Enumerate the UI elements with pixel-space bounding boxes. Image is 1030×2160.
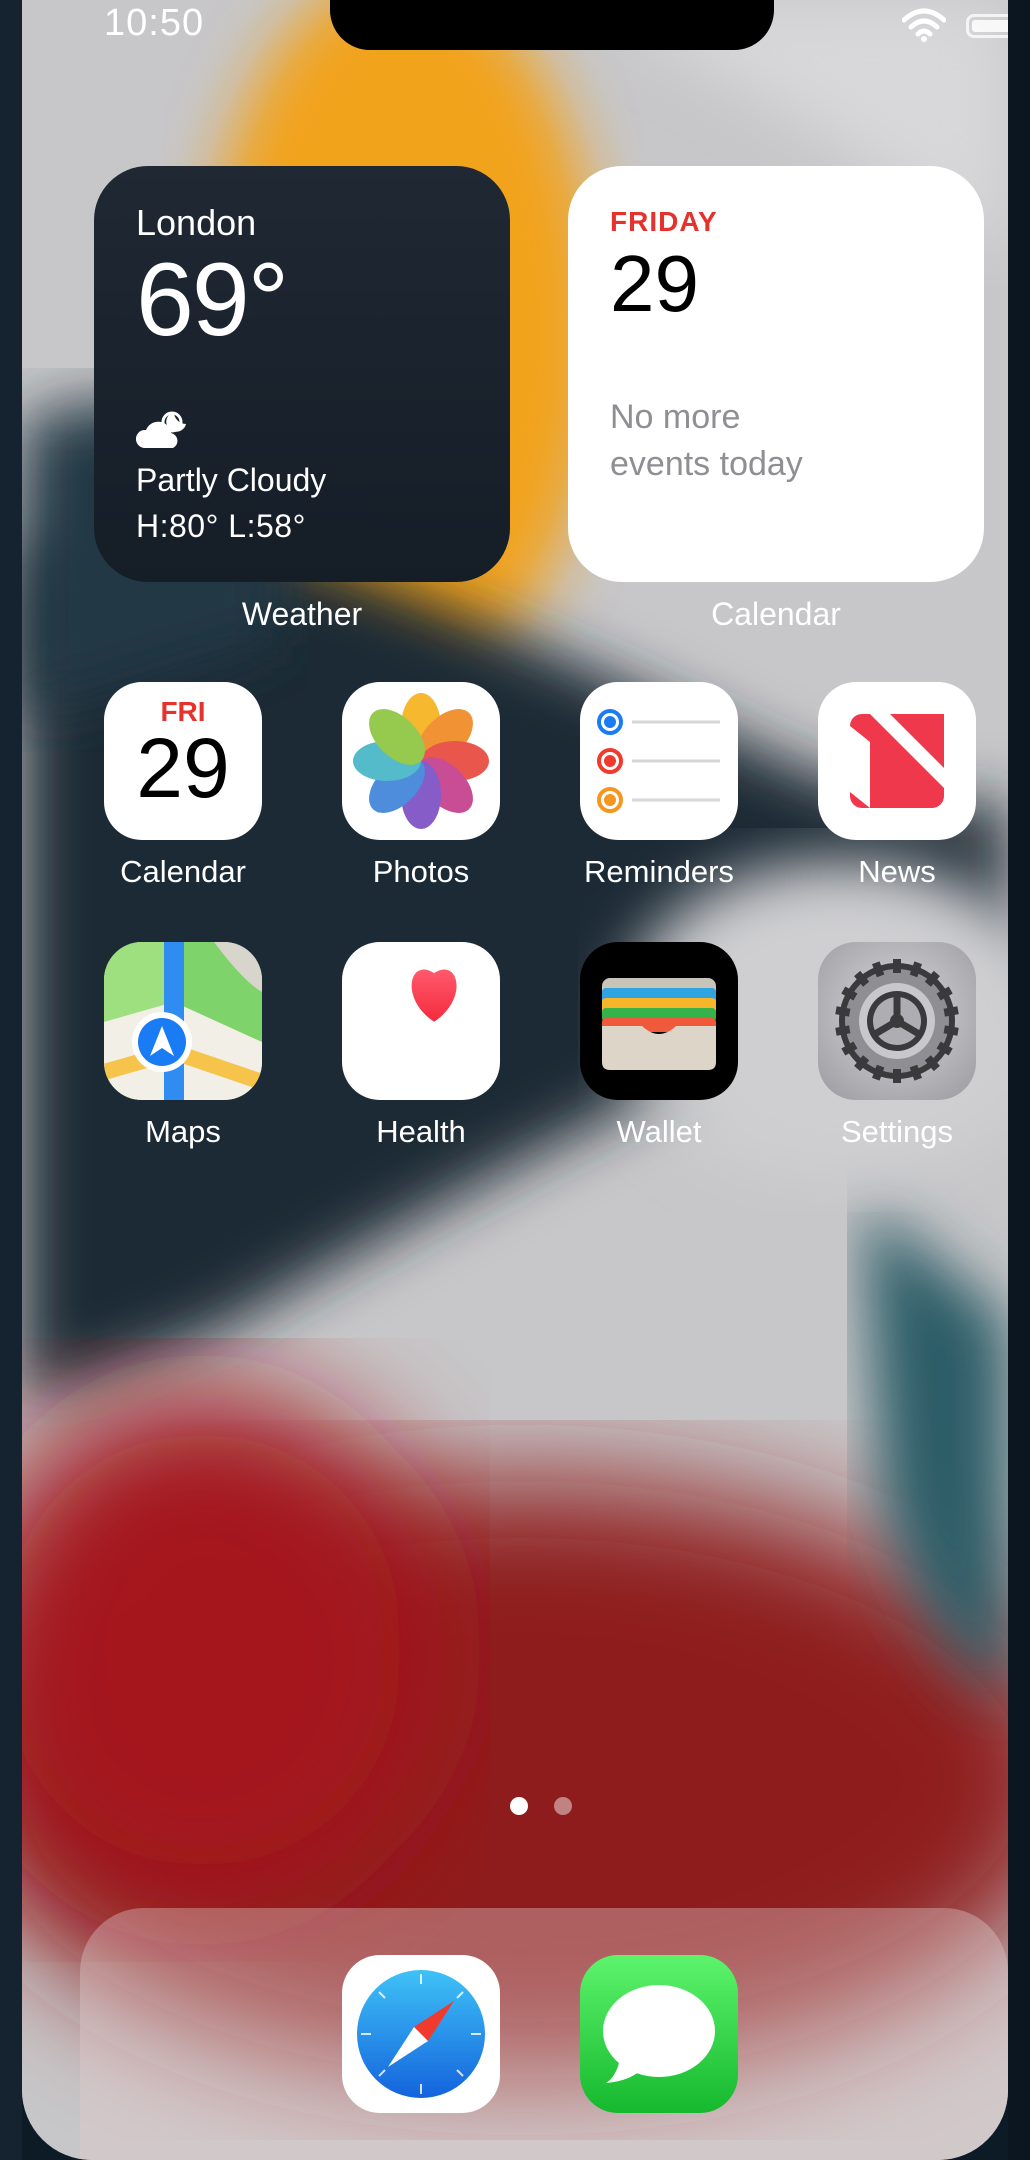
app-label: Health (376, 1114, 466, 1149)
device-edge-left (0, 0, 22, 2160)
dock (80, 1908, 1008, 2160)
calendar-widget[interactable]: FRIDAY 29 No more events today (568, 166, 984, 582)
app-news[interactable]: News (818, 682, 976, 889)
app-label: Maps (145, 1114, 221, 1149)
calendar-weekday: FRIDAY (610, 206, 718, 237)
photos-icon (342, 682, 500, 840)
calendar-app-date: 29 (136, 721, 230, 815)
reminders-icon (580, 682, 738, 840)
safari-icon[interactable] (342, 1955, 500, 2113)
calendar-events-line2: events today (610, 444, 803, 483)
messages-icon[interactable] (580, 1955, 738, 2113)
app-calendar[interactable]: FRI 29 Calendar (104, 682, 262, 889)
health-icon (342, 942, 500, 1100)
weather-temperature: 69° (136, 242, 289, 358)
app-health[interactable]: Health (342, 942, 500, 1149)
weather-condition: Partly Cloudy (136, 462, 327, 498)
calendar-events-text: No more events today (610, 394, 803, 488)
app-label: Calendar (120, 854, 246, 889)
app-label: Wallet (616, 1114, 702, 1149)
page-dot-1[interactable] (510, 1797, 528, 1815)
battery-icon (966, 14, 1008, 38)
weather-high-low: H:80° L:58° (136, 508, 306, 544)
gear-icon (818, 942, 976, 1100)
weather-widget-label: Weather (241, 596, 363, 632)
app-photos[interactable]: Photos (342, 682, 500, 889)
app-reminders[interactable]: Reminders (580, 682, 738, 889)
app-settings[interactable]: Settings (818, 942, 976, 1149)
app-label: Photos (372, 854, 470, 889)
calendar-app-icon: FRI 29 (104, 682, 262, 840)
news-icon (818, 682, 976, 840)
home-screen: 10:50 London 69° Partly Cloudy H:80° L:5… (22, 0, 1008, 2160)
app-label: News (858, 854, 936, 889)
app-maps[interactable]: Maps (104, 942, 262, 1149)
maps-icon (104, 942, 262, 1100)
app-label: Settings (840, 1114, 953, 1149)
calendar-date: 29 (610, 239, 699, 328)
partly-cloudy-icon (136, 411, 186, 448)
page-dot-2[interactable] (554, 1797, 572, 1815)
status-time: 10:50 (104, 2, 205, 44)
device-edge-right (1008, 0, 1030, 2160)
wifi-icon (902, 8, 946, 42)
calendar-events-line1: No more (610, 398, 741, 436)
notch (330, 0, 774, 50)
app-label: Reminders (584, 854, 734, 889)
wallet-icon (580, 942, 738, 1100)
app-wallet[interactable]: Wallet (580, 942, 738, 1149)
weather-widget[interactable]: London 69° Partly Cloudy H:80° L:58° (94, 166, 510, 582)
weather-city: London (136, 202, 257, 243)
calendar-widget-label: Calendar (711, 596, 841, 632)
